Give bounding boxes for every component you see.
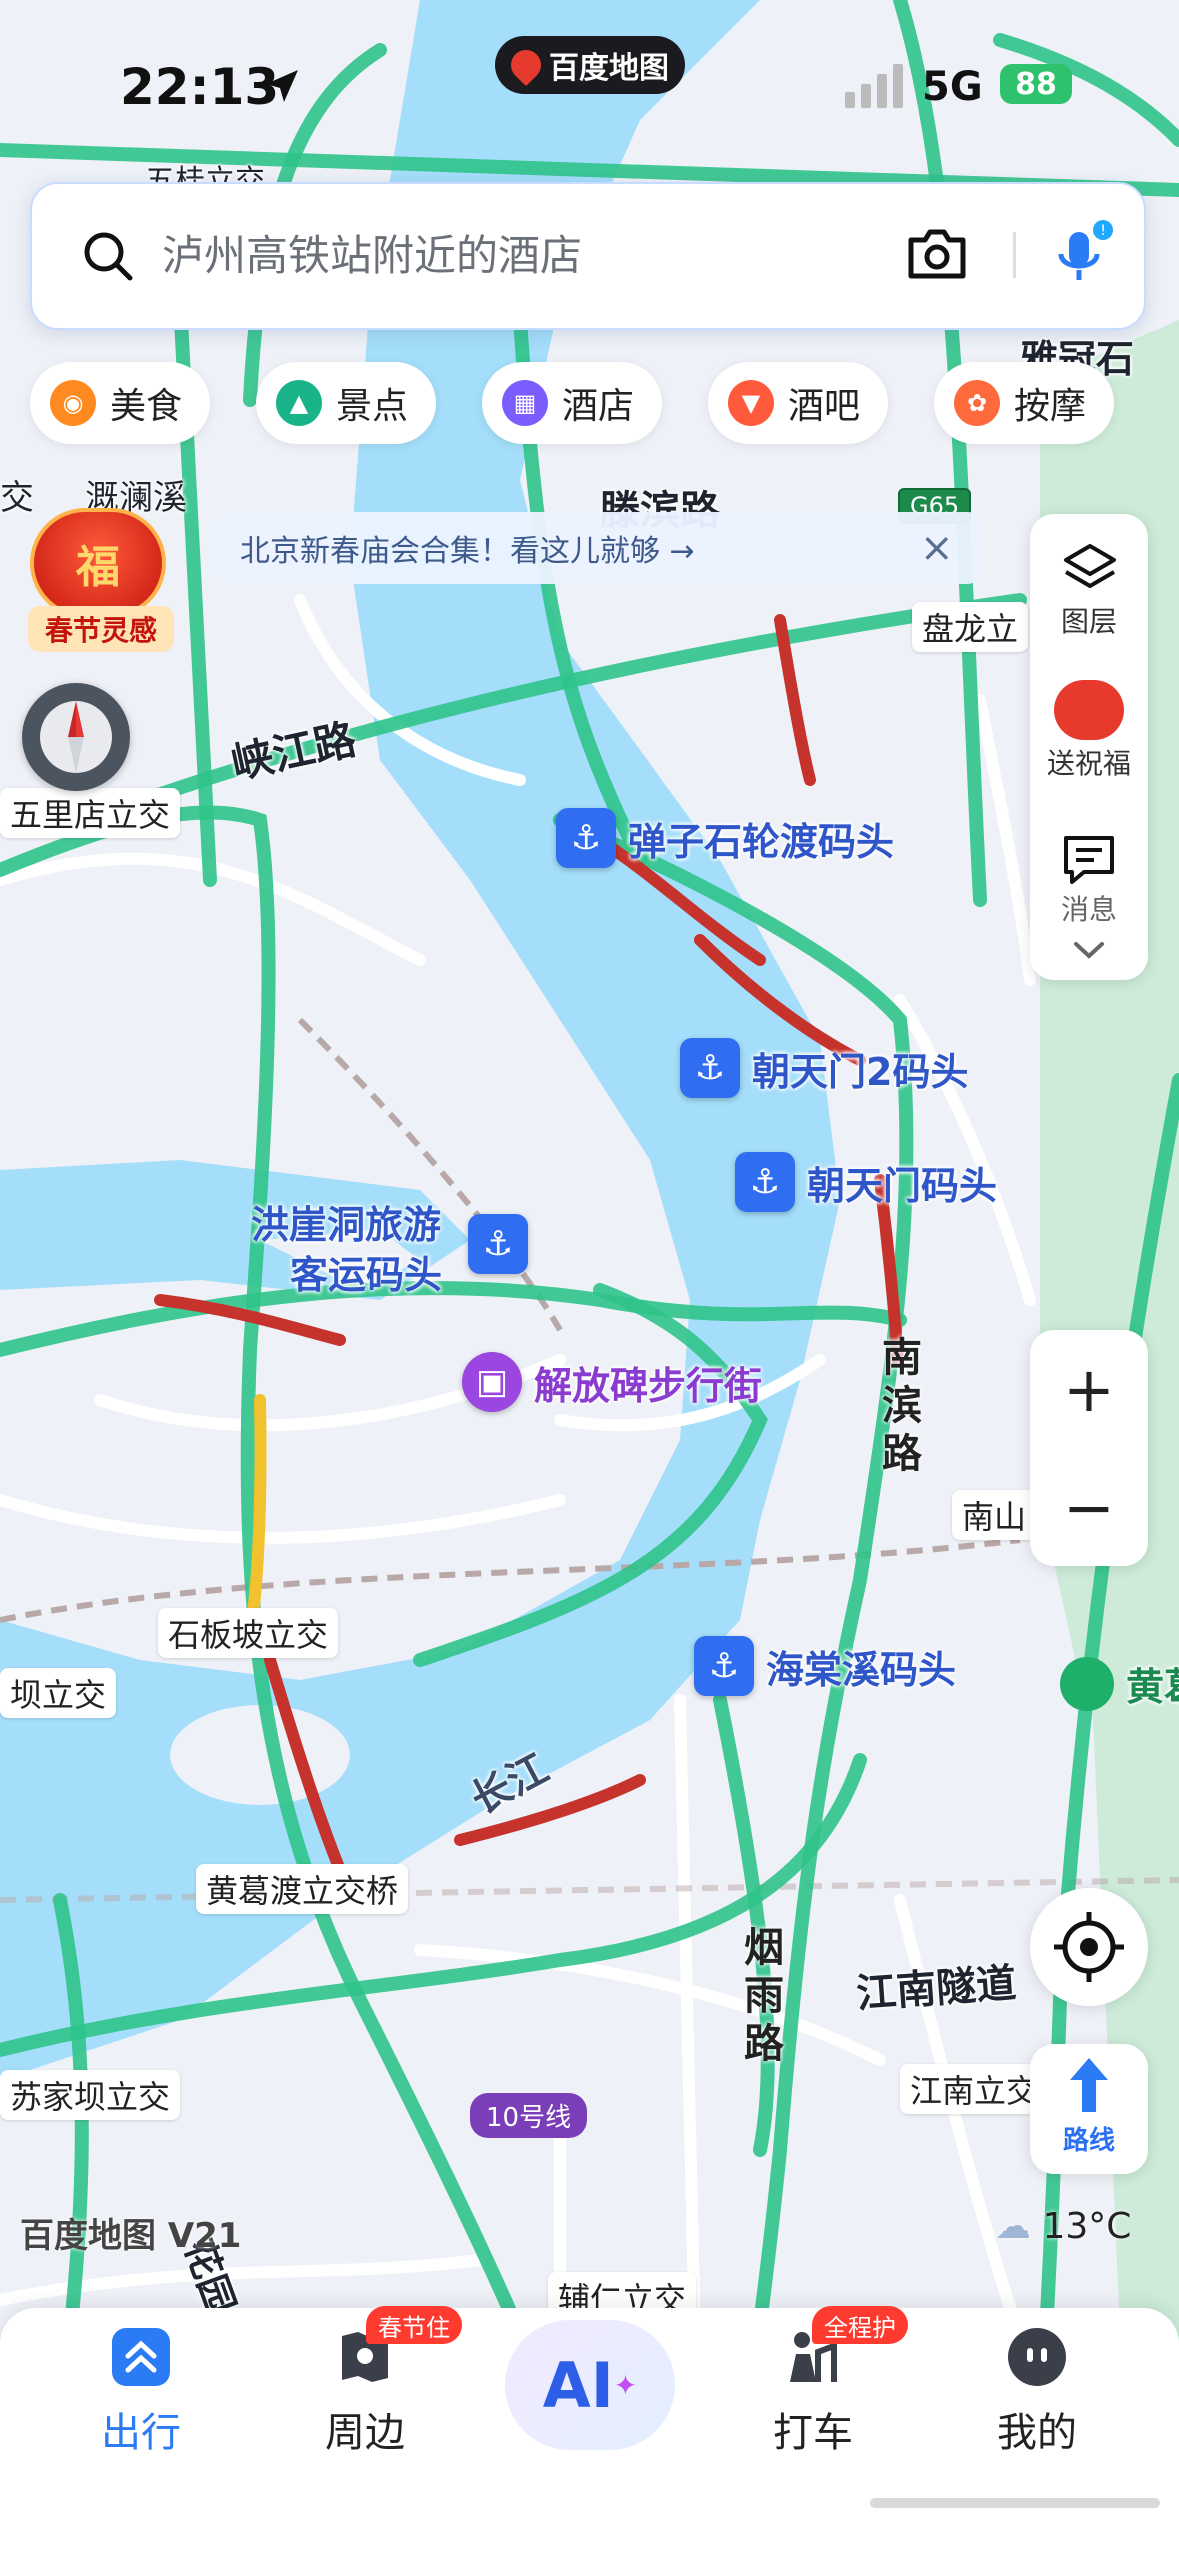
message-icon[interactable]: [1060, 832, 1118, 888]
label-nanshan: 南山: [952, 1490, 1037, 1540]
hotel-icon: ▦: [502, 380, 548, 426]
search-input[interactable]: 泸州高铁站附近的酒店: [162, 228, 582, 284]
layers-label[interactable]: 图层: [1030, 600, 1148, 640]
tab-mine[interactable]: 我的: [952, 2326, 1122, 2458]
scenery-icon: ▲: [276, 380, 322, 426]
weather-temp: 13°C: [1042, 2206, 1132, 2247]
tab-mine-label: 我的: [997, 2410, 1077, 2456]
poi-haitangxi-pier[interactable]: ⚓ 海棠溪码头: [694, 1636, 956, 1696]
poi-hongyadong-pier[interactable]: 洪崖洞旅游 客运码头: [250, 1200, 442, 1300]
tab-travel[interactable]: 出行: [56, 2326, 226, 2458]
travel-icon: [112, 2328, 170, 2386]
profile-icon: [1008, 2328, 1066, 2386]
brand-pill: 百度地图: [495, 36, 685, 94]
poi-chaotianmen-2-pier[interactable]: ⚓ 朝天门2码头: [680, 1038, 968, 1098]
zoom-in-button[interactable]: +: [1030, 1330, 1148, 1448]
status-time: 22:13: [120, 58, 280, 116]
category-chip-massage[interactable]: ✿ 按摩: [934, 362, 1115, 444]
ai-assistant-button[interactable]: AI ✦: [505, 2320, 675, 2450]
tab-travel-label: 出行: [101, 2410, 181, 2456]
label-panlong: 盘龙立: [912, 602, 1029, 652]
category-chip-hotel[interactable]: ▦ 酒店: [482, 362, 663, 444]
poi-danzishi-ferry[interactable]: ⚓ 弹子石轮渡码头: [556, 808, 894, 868]
baidu-map-logo-icon: [504, 43, 548, 87]
microphone-icon[interactable]: !: [1045, 218, 1115, 288]
shopping-bag-icon: ▣: [462, 1352, 522, 1412]
svg-text:!: !: [1100, 223, 1106, 239]
ai-label: AI: [542, 2348, 614, 2422]
label-yanyu-road-3: 路: [744, 2021, 784, 2067]
massage-icon: ✿: [954, 380, 1000, 426]
festival-inspiration-label[interactable]: 春节灵感: [28, 606, 174, 652]
notice-banner[interactable]: 北京新春庙会合集！看这儿就够 →: [212, 512, 982, 584]
weather-widget[interactable]: ☁ 13°C: [995, 2206, 1131, 2247]
tab-taxi-label: 打车: [773, 2410, 853, 2456]
poi-chaotianmen-pier[interactable]: ⚓ 朝天门码头: [735, 1152, 997, 1212]
tab-taxi[interactable]: 打车: [728, 2326, 898, 2458]
brand-name: 百度地图: [549, 51, 669, 86]
category-chip-bar[interactable]: ▼ 酒吧: [708, 362, 889, 444]
bar-icon: ▼: [728, 380, 774, 426]
zoom-out-button[interactable]: −: [1030, 1448, 1148, 1566]
poi-jiefangbei-street[interactable]: ▣ 解放碑步行街: [462, 1352, 762, 1412]
label-huangge-bridge: 黄葛渡立交桥: [196, 1864, 409, 1914]
tab-nearby[interactable]: 周边: [280, 2326, 450, 2458]
anchor-icon: ⚓: [694, 1636, 754, 1696]
label-shibanpo-interchange: 石板坡立交: [158, 1608, 339, 1658]
search-icon[interactable]: [80, 228, 136, 284]
label-jiao: 交: [0, 478, 34, 518]
chevron-down-icon[interactable]: [1072, 938, 1106, 962]
festival-fu-badge[interactable]: 福: [30, 508, 166, 618]
close-icon[interactable]: ×: [920, 525, 954, 571]
label-sujiaba-interchange: 苏家坝立交: [0, 2070, 181, 2120]
route-label[interactable]: 路线: [1030, 2120, 1148, 2157]
network-type: 5G: [922, 64, 983, 110]
locate-me-button[interactable]: [1030, 1888, 1148, 2006]
metro-line-badge: 10号线: [470, 2093, 588, 2138]
park-icon: [1060, 1656, 1114, 1711]
battery-indicator: 88: [1000, 64, 1072, 104]
anchor-icon: ⚓: [556, 808, 616, 868]
tab-nearby-label: 周边: [325, 2410, 405, 2456]
food-icon: ◉: [50, 380, 96, 426]
category-chip-food[interactable]: ◉ 美食: [30, 362, 211, 444]
camera-icon[interactable]: [905, 226, 969, 282]
route-arrow-icon[interactable]: [1064, 2054, 1114, 2116]
cloud-icon: ☁: [995, 2206, 1031, 2247]
label-jiangnan-tunnel: 江南隧道: [854, 1960, 1018, 2018]
notice-text: 北京新春庙会合集！看这儿就够 →: [240, 534, 695, 569]
anchor-icon: ⚓: [468, 1214, 528, 1274]
category-chip-attractions[interactable]: ▲ 景点: [256, 362, 437, 444]
label-ba-interchange: 坝立交: [0, 1668, 117, 1718]
sparkle-icon: ✦: [613, 2368, 638, 2402]
label-nanbin-road-2: 滨: [882, 1383, 922, 1429]
home-indicator: [870, 2498, 1160, 2508]
blessing-envelope-icon[interactable]: [1054, 680, 1124, 740]
nearby-badge: 春节住: [366, 2306, 462, 2344]
label-yanyu-road-2: 雨: [744, 1973, 784, 2019]
compass-icon[interactable]: [22, 683, 130, 791]
anchor-icon: ⚓: [680, 1038, 740, 1098]
baidu-map-watermark: 百度地图 V21: [20, 2216, 242, 2256]
layers-icon[interactable]: [1062, 540, 1118, 596]
messages-label[interactable]: 消息: [1030, 888, 1148, 928]
send-blessing-label[interactable]: 送祝福: [1030, 742, 1148, 782]
taxi-badge: 全程护: [812, 2306, 908, 2344]
cellular-signal-icon: [845, 64, 903, 108]
label-jiangnan-interchange: 江南立交: [900, 2064, 1049, 2114]
label-nanbin-road-1: 南: [882, 1335, 922, 1381]
search-divider: [1013, 232, 1016, 278]
anchor-icon: ⚓: [735, 1152, 795, 1212]
label-nanbin-road-3: 路: [882, 1431, 922, 1477]
poi-huangge[interactable]: 黄葛: [1060, 1656, 1179, 1711]
label-yanyu-road-1: 烟: [744, 1925, 784, 1971]
location-arrow-icon: [266, 70, 298, 102]
label-wulidian-interchange: 五里店立交: [0, 788, 181, 838]
